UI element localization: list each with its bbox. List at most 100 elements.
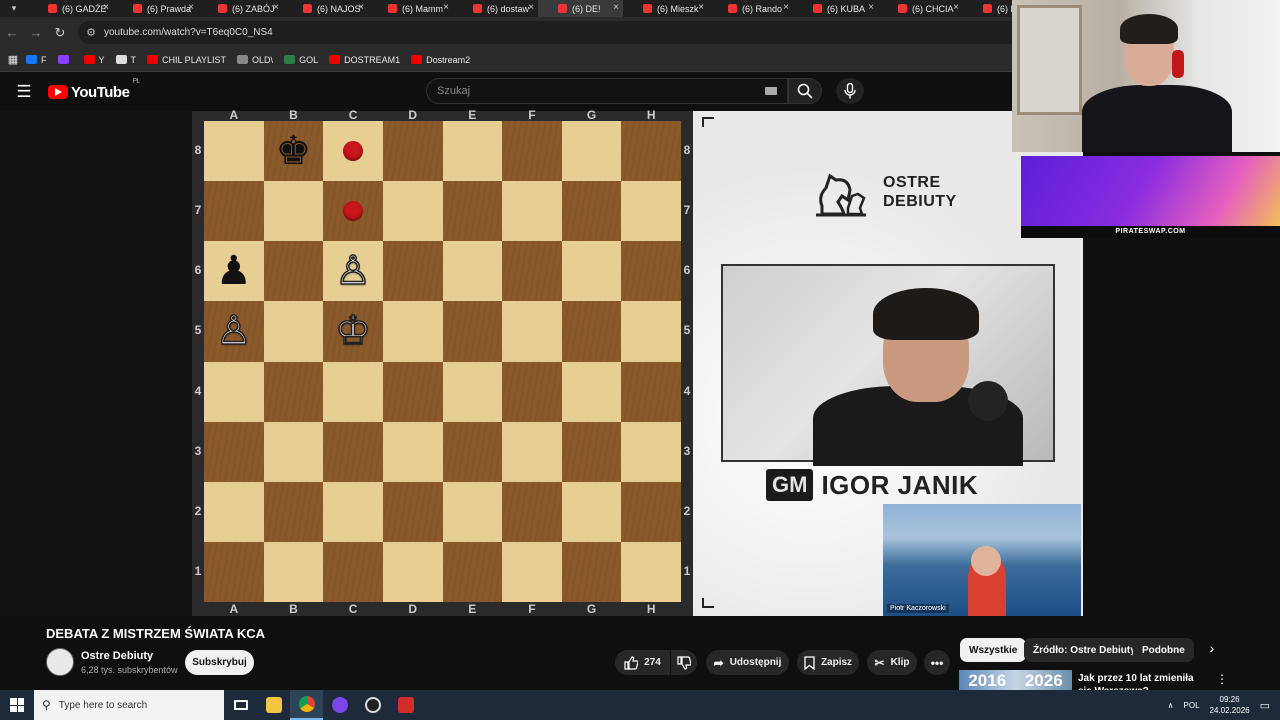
bookmark-item[interactable]: Y (83, 55, 105, 65)
site-info-icon[interactable]: ⚙ (78, 26, 104, 39)
recommended-thumbnail[interactable]: 2016 2026 (959, 670, 1072, 692)
close-tab-icon[interactable]: × (103, 2, 109, 13)
thumbs-down-icon (677, 655, 691, 670)
file-explorer-icon[interactable] (257, 690, 290, 720)
file-label: H (646, 602, 656, 616)
youtube-play-icon (48, 85, 68, 99)
messenger-icon[interactable] (323, 690, 356, 720)
board-square (323, 481, 383, 542)
keyboard-icon[interactable] (765, 87, 777, 95)
headset-image (1172, 50, 1184, 78)
tab-title: (6) Rando (742, 3, 783, 14)
chess-app-icon[interactable] (356, 690, 389, 720)
back-button[interactable]: ← (0, 25, 24, 40)
board-square (621, 121, 681, 182)
share-icon: ➦ (713, 655, 724, 670)
video-player[interactable]: ♚ ♟ ♙ ♙ ♔ A A B B C C D D E E F F G G H H 8 8 7 7 6 6 5 5 4 4 3 3 2 2 1 1 O… (0, 108, 1083, 616)
red-app-icon[interactable] (389, 690, 422, 720)
youtube-favicon-icon (133, 4, 142, 13)
browser-tab[interactable]: (6) Rando × (708, 0, 793, 17)
tab-search-button[interactable]: ▾ (0, 0, 28, 17)
frame-corner-decoration (702, 117, 714, 127)
share-button[interactable]: ➦ Udostępnij (706, 650, 789, 675)
bookmark-item[interactable]: Dostream2 (411, 55, 470, 65)
chessboard-frame: ♚ ♟ ♙ ♙ ♔ A A B B C C D D E E F F G G H H 8 8 7 7 6 6 5 5 4 4 3 3 2 2 1 1 (192, 108, 693, 616)
more-horizontal-icon: ••• (930, 655, 944, 670)
chrome-icon[interactable] (290, 690, 323, 720)
start-button[interactable] (0, 690, 34, 720)
browser-tab[interactable]: (6) NAJOS × (283, 0, 368, 17)
board-square (382, 301, 443, 362)
chevron-right-icon[interactable]: › (1200, 640, 1224, 660)
guest-webcam (721, 264, 1055, 466)
task-view-icon[interactable] (224, 690, 257, 720)
close-tab-icon[interactable]: × (188, 2, 194, 13)
channel-avatar[interactable] (46, 648, 74, 676)
notifications-icon[interactable]: ▭ (1260, 699, 1270, 712)
sponsor-url: PIRATESWAP.COM (1021, 226, 1280, 238)
close-tab-icon[interactable]: × (953, 2, 959, 13)
black-king-icon: ♚ (275, 128, 312, 175)
browser-tab[interactable]: (6) CHCIA × (878, 0, 963, 17)
bookmark-item[interactable] (57, 55, 73, 64)
bookmark-icon (804, 655, 815, 670)
save-button[interactable]: Zapisz (797, 650, 859, 675)
bookmark-item[interactable]: DOSTREAM1 (329, 55, 400, 65)
clock[interactable]: 09:26 24.02.2026 (1210, 694, 1250, 716)
voice-search-button[interactable] (836, 78, 864, 104)
search-button[interactable] (788, 78, 822, 104)
rank-label: 1 (194, 563, 202, 578)
browser-tab[interactable]: (6) Prawda × (113, 0, 198, 17)
bookmark-item[interactable]: GOL (284, 55, 318, 65)
language-indicator[interactable]: POL (1184, 701, 1200, 710)
url-text[interactable]: youtube.com/watch?v=T6eq0C0_NS4 (104, 27, 273, 38)
menu-icon[interactable]: ☰ (0, 82, 48, 102)
close-tab-icon[interactable]: × (443, 2, 449, 13)
close-tab-icon[interactable]: × (358, 2, 364, 13)
tray-chevron-icon[interactable]: ∧ (1168, 701, 1174, 710)
browser-tab[interactable]: (6) dostaw × (453, 0, 538, 17)
move-marker-dot (343, 201, 364, 222)
brand-name: OSTRE DEBIUTY (883, 173, 957, 211)
browser-tab[interactable]: (6) GADŻE × (28, 0, 113, 17)
board-square (204, 121, 264, 182)
search-input[interactable]: Szukaj (426, 78, 788, 104)
browser-tab[interactable]: (6) KUBA × (793, 0, 878, 17)
tab-title: (6) Mieszk (657, 3, 699, 14)
forward-button[interactable]: → (24, 25, 48, 40)
more-vertical-icon[interactable]: ⋮ (1216, 672, 1228, 686)
chip-similar[interactable]: Podobne (1133, 638, 1194, 662)
clip-button[interactable]: ✂ Klip (867, 650, 917, 675)
browser-tab[interactable]: (6) DE! × (538, 0, 623, 17)
system-tray: ∧ POL 09:26 24.02.2026 ▭ (1168, 690, 1280, 720)
close-tab-icon[interactable]: × (868, 2, 874, 13)
browser-tab[interactable]: (6) Mamm × (368, 0, 453, 17)
board-square (263, 181, 324, 242)
dislike-button[interactable] (671, 650, 697, 675)
bookmarks-list: F Y T CHIL PLAYLIST OLD\ GOL DOSTREAM1 Dostream… (26, 55, 481, 65)
close-tab-icon[interactable]: × (273, 2, 279, 13)
chip-all[interactable]: Wszystkie (960, 638, 1027, 662)
more-actions-button[interactable]: ••• (924, 650, 950, 675)
close-tab-icon[interactable]: × (698, 2, 704, 13)
recommended-title[interactable]: Jak przez 10 lat zmieniła się Warszawa? (1078, 672, 1208, 690)
browser-tab[interactable]: (6) Mieszk × (623, 0, 708, 17)
close-tab-icon[interactable]: × (613, 2, 619, 13)
taskbar-search[interactable]: ⚲ Type here to search (34, 690, 224, 720)
youtube-logo[interactable]: YouTube PL (48, 78, 140, 101)
chip-source[interactable]: Źródło: Ostre Debiuty (1024, 638, 1145, 662)
bookmark-item[interactable]: OLD\ (237, 55, 273, 65)
subscribe-button[interactable]: Subskrybuj (185, 650, 254, 675)
like-button[interactable]: 274 (615, 650, 670, 675)
close-tab-icon[interactable]: × (783, 2, 789, 13)
bookmark-item[interactable]: T (115, 55, 136, 65)
channel-name[interactable]: Ostre Debiuty (81, 650, 153, 662)
bookmark-item[interactable]: F (26, 55, 47, 65)
bookmark-item[interactable]: CHIL PLAYLIST (147, 55, 226, 65)
close-tab-icon[interactable]: × (528, 2, 534, 13)
streamer-figure (1082, 85, 1232, 152)
apps-grid-icon[interactable]: ▦ (0, 53, 26, 66)
room-window (1017, 5, 1082, 115)
browser-tab[interactable]: (6) ZABÓJ × (198, 0, 283, 17)
reload-button[interactable]: ↻ (48, 25, 72, 41)
